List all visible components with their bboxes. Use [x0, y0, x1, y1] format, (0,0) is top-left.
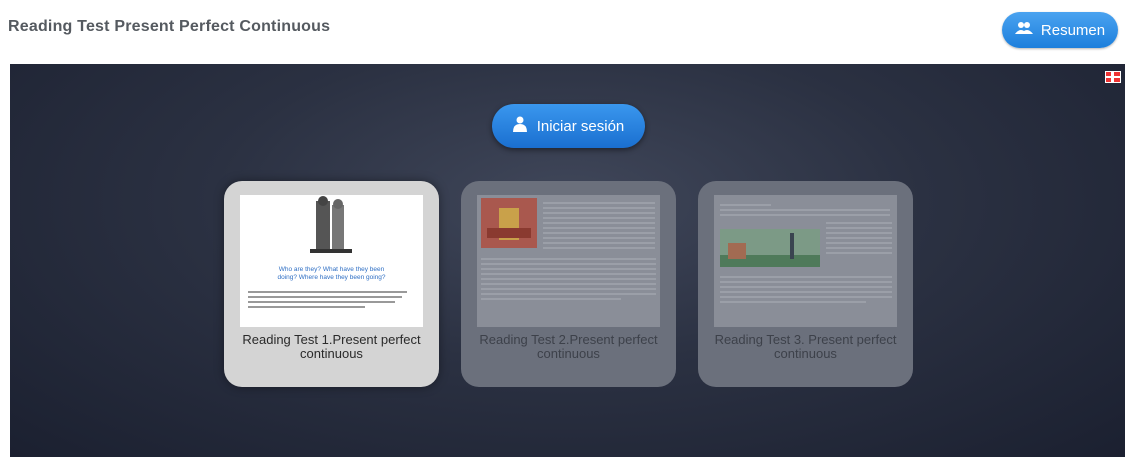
- illustration-image: [310, 196, 352, 253]
- card-thumbnail: Who are they? What have they been doing?…: [240, 195, 423, 327]
- activity-card-2[interactable]: Reading Test 2.Present perfect continuou…: [461, 181, 676, 387]
- activity-card-3[interactable]: Reading Test 3. Present perfect continuo…: [698, 181, 913, 387]
- activity-stage: Iniciar sesión Who are they? What have t…: [10, 64, 1125, 457]
- thumbnail-image: [720, 229, 820, 267]
- language-flag-icon[interactable]: [1105, 71, 1121, 83]
- login-button[interactable]: Iniciar sesión: [492, 104, 645, 148]
- summary-button[interactable]: Resumen: [1002, 12, 1118, 48]
- card-label: Reading Test 1.Present perfect continuou…: [242, 332, 421, 361]
- activity-card-1[interactable]: Who are they? What have they been doing?…: [224, 181, 439, 387]
- page-title: Reading Test Present Perfect Continuous: [8, 18, 331, 35]
- summary-button-label: Resumen: [1040, 21, 1106, 39]
- card-thumbnail: [477, 195, 660, 327]
- thumbnail-image: [481, 198, 537, 248]
- card-label: Reading Test 3. Present perfect continuo…: [714, 332, 897, 361]
- card-label: Reading Test 2.Present perfect continuou…: [479, 332, 658, 361]
- thumbnail-heading: Who are they? What have they been doing?…: [277, 266, 386, 281]
- card-thumbnail: [714, 195, 897, 327]
- user-icon: [512, 116, 527, 136]
- login-button-label: Iniciar sesión: [536, 117, 625, 135]
- users-icon: [1014, 21, 1033, 39]
